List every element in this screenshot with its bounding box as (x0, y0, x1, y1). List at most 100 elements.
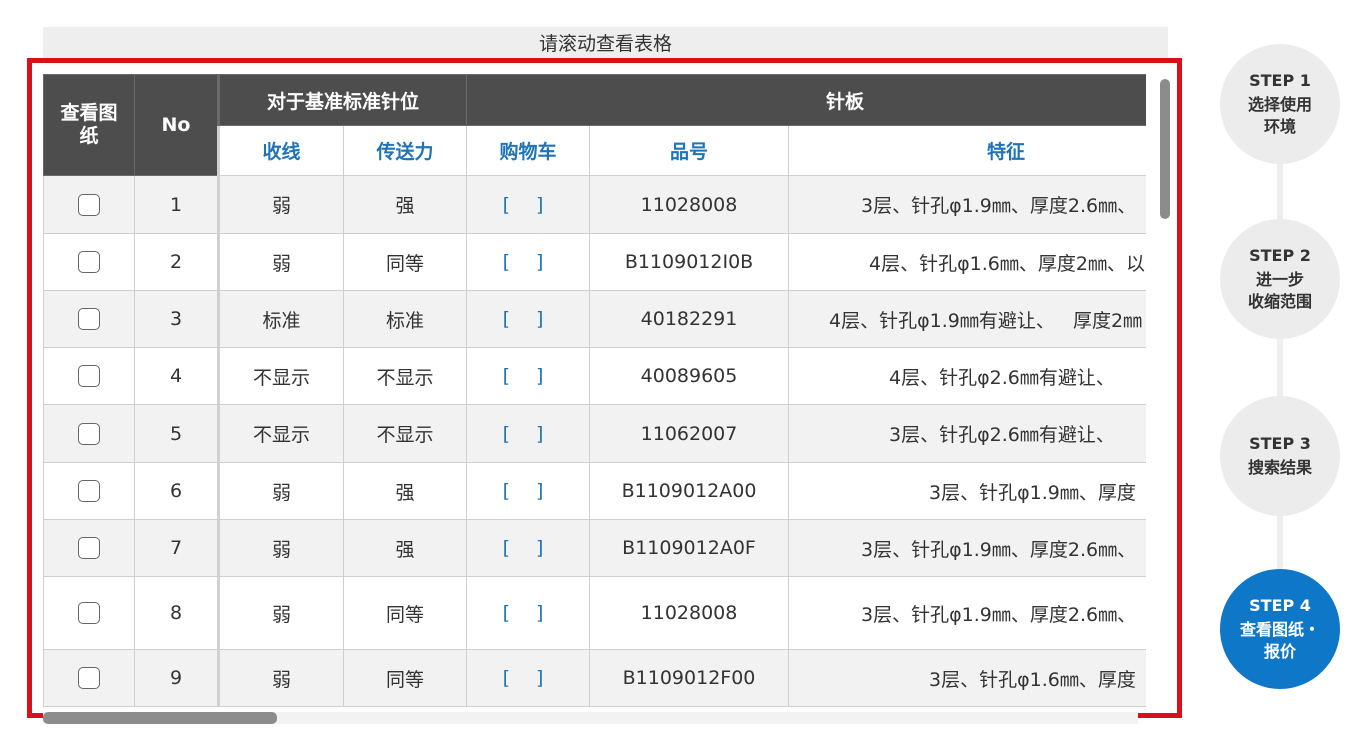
row-part-number: 40089605 (589, 347, 790, 405)
row-chuansong: 同等 (342, 233, 468, 291)
row-checkbox[interactable] (78, 251, 100, 274)
row-cart-link[interactable]: [ ] (466, 462, 591, 520)
row-feature: 4层、针孔φ2.6㎜有避让、 (788, 347, 1146, 405)
row-feature: 3层、针孔φ1.9㎜、厚度 (788, 462, 1146, 520)
step-number: STEP 1 (1249, 70, 1311, 90)
row-cart-link[interactable]: [ ] (466, 519, 591, 577)
step-label: 搜索结果 (1247, 457, 1312, 477)
results-table: 查看图纸 No 对于基准标准针位 针板 收线 传送力 购物车 品号 特征 1 弱… (43, 74, 1146, 707)
step-number: STEP 2 (1249, 245, 1311, 265)
row-shouxian: 标准 (217, 290, 344, 348)
row-cart-link[interactable]: [ ] (466, 233, 591, 291)
row-no: 4 (134, 347, 219, 405)
row-shouxian: 不显示 (217, 347, 344, 405)
row-chuansong: 强 (342, 175, 468, 234)
row-cart-link[interactable]: [ ] (466, 576, 591, 650)
row-feature: 4层、针孔φ1.9㎜有避让、 厚度2㎜ (788, 290, 1146, 348)
row-feature: 3层、针孔φ1.9㎜、厚度2.6㎜、 (788, 519, 1146, 577)
header-shouxian[interactable]: 收线 (217, 125, 344, 176)
row-no: 3 (134, 290, 219, 348)
header-cart[interactable]: 购物车 (466, 125, 591, 176)
row-part-number: 11028008 (589, 576, 790, 650)
row-chuansong: 同等 (342, 649, 468, 707)
row-checkbox[interactable] (78, 193, 100, 216)
scroll-hint: 请滚动查看表格 (43, 27, 1168, 59)
row-no: 7 (134, 519, 219, 577)
table-row: 9 弱 同等 [ ] B1109012F00 3层、针孔φ1.6㎜、厚度 (43, 649, 1146, 707)
results-table-viewport[interactable]: 查看图纸 No 对于基准标准针位 针板 收线 传送力 购物车 品号 特征 1 弱… (43, 74, 1146, 707)
step-connector-line (1277, 104, 1283, 644)
step-progress: STEP 1 选择使用 环境 STEP 2 进一步 收缩范围 STEP 3 搜索… (1220, 44, 1340, 694)
row-part-number: B1109012A0F (589, 519, 790, 577)
header-chuansong[interactable]: 传送力 (342, 125, 468, 176)
table-row: 8 弱 同等 [ ] 11028008 3层、针孔φ1.9㎜、厚度2.6㎜、 (43, 576, 1146, 650)
row-shouxian: 弱 (217, 175, 344, 234)
row-part-number: 40182291 (589, 290, 790, 348)
step-label: 进一步 收缩范围 (1247, 269, 1312, 311)
row-no: 1 (134, 175, 219, 234)
horizontal-scrollbar-thumb[interactable] (43, 712, 277, 724)
row-cart-link[interactable]: [ ] (466, 649, 591, 707)
row-cart-link[interactable]: [ ] (466, 404, 591, 463)
step-label: 选择使用 环境 (1247, 94, 1312, 136)
row-feature: 3层、针孔φ1.9㎜、厚度2.6㎜、 (788, 175, 1146, 234)
row-no: 2 (134, 233, 219, 291)
header-view-drawing: 查看图纸 (43, 74, 135, 176)
row-no: 8 (134, 576, 219, 650)
row-checkbox[interactable] (78, 422, 100, 445)
row-part-number: 11062007 (589, 404, 790, 463)
row-chuansong: 不显示 (342, 347, 468, 405)
row-feature: 3层、针孔φ1.6㎜、厚度 (788, 649, 1146, 707)
header-baseline-group: 对于基准标准针位 (216, 74, 468, 126)
step-label: 查看图纸・ 报价 (1239, 619, 1320, 661)
table-row: 4 不显示 不显示 [ ] 40089605 4层、针孔φ2.6㎜有避让、 (43, 347, 1146, 405)
row-part-number: B1109012I0B (589, 233, 790, 291)
row-chuansong: 强 (342, 519, 468, 577)
header-feature[interactable]: 特征 (788, 125, 1146, 176)
table-row: 3 标准 标准 [ ] 40182291 4层、针孔φ1.9㎜有避让、 厚度2㎜ (43, 290, 1146, 348)
row-checkbox[interactable] (78, 480, 100, 503)
row-chuansong: 同等 (342, 576, 468, 650)
row-no: 9 (134, 649, 219, 707)
row-shouxian: 弱 (217, 519, 344, 577)
row-chuansong: 标准 (342, 290, 468, 348)
row-cart-link[interactable]: [ ] (466, 347, 591, 405)
row-cart-link[interactable]: [ ] (466, 175, 591, 234)
step-4-current[interactable]: STEP 4 查看图纸・ 报价 (1220, 569, 1340, 689)
step-3[interactable]: STEP 3 搜索结果 (1220, 396, 1340, 516)
table-row: 5 不显示 不显示 [ ] 11062007 3层、针孔φ2.6㎜有避让、 (43, 404, 1146, 463)
row-part-number: 11028008 (589, 175, 790, 234)
row-shouxian: 弱 (217, 576, 344, 650)
row-feature: 3层、针孔φ1.9㎜、厚度2.6㎜、 (788, 576, 1146, 650)
row-part-number: B1109012F00 (589, 649, 790, 707)
row-shouxian: 弱 (217, 233, 344, 291)
results-table-frame: 查看图纸 No 对于基准标准针位 针板 收线 传送力 购物车 品号 特征 1 弱… (27, 58, 1182, 718)
step-number: STEP 3 (1249, 433, 1311, 453)
row-checkbox[interactable] (78, 308, 100, 331)
header-part-number[interactable]: 品号 (589, 125, 790, 176)
row-chuansong: 不显示 (342, 404, 468, 463)
table-row: 7 弱 强 [ ] B1109012A0F 3层、针孔φ1.9㎜、厚度2.6㎜、 (43, 519, 1146, 577)
row-shouxian: 弱 (217, 649, 344, 707)
row-feature: 4层、针孔φ1.6㎜、厚度2㎜、以 (788, 233, 1146, 291)
step-number: STEP 4 (1249, 595, 1311, 615)
table-row: 2 弱 同等 [ ] B1109012I0B 4层、针孔φ1.6㎜、厚度2㎜、以 (43, 233, 1146, 291)
table-row: 1 弱 强 [ ] 11028008 3层、针孔φ1.9㎜、厚度2.6㎜、 (43, 175, 1146, 234)
row-no: 6 (134, 462, 219, 520)
row-chuansong: 强 (342, 462, 468, 520)
row-checkbox[interactable] (78, 667, 100, 690)
row-no: 5 (134, 404, 219, 463)
step-2[interactable]: STEP 2 进一步 收缩范围 (1220, 219, 1340, 339)
row-checkbox[interactable] (78, 365, 100, 388)
header-no: No (134, 74, 219, 176)
step-1[interactable]: STEP 1 选择使用 环境 (1220, 44, 1340, 164)
row-part-number: B1109012A00 (589, 462, 790, 520)
row-shouxian: 弱 (217, 462, 344, 520)
row-cart-link[interactable]: [ ] (466, 290, 591, 348)
row-checkbox[interactable] (78, 537, 100, 560)
vertical-scrollbar-thumb[interactable] (1160, 79, 1170, 219)
row-shouxian: 不显示 (217, 404, 344, 463)
row-checkbox[interactable] (78, 602, 100, 625)
table-row: 6 弱 强 [ ] B1109012A00 3层、针孔φ1.9㎜、厚度 (43, 462, 1146, 520)
header-needleplate-group: 针板 (466, 74, 1146, 126)
